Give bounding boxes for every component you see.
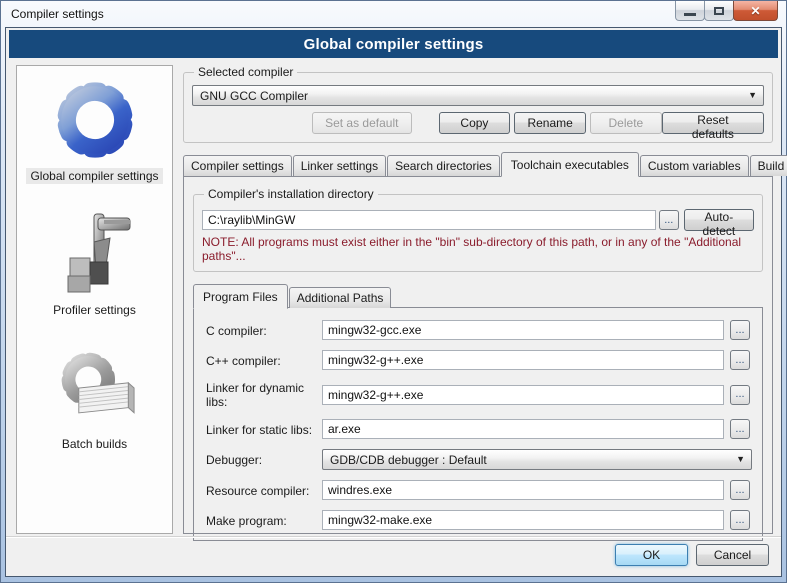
installation-directory-group: Compiler's installation directory ... Au… <box>193 187 763 272</box>
dynamic-linker-label: Linker for dynamic libs: <box>206 380 316 409</box>
dialog-header: Global compiler settings <box>9 30 778 58</box>
settings-category-list: Global compiler settings <box>16 65 173 534</box>
dialog-footer: OK Cancel <box>6 536 781 576</box>
tab-custom-variables[interactable]: Custom variables <box>640 155 749 176</box>
c-compiler-label: C compiler: <box>206 323 316 338</box>
installation-directory-input[interactable] <box>202 210 656 230</box>
reset-defaults-button[interactable]: Reset defaults <box>662 112 764 134</box>
dynamic-linker-browse-button[interactable]: ... <box>730 385 750 405</box>
compiler-buttons-row: Set as default Copy Rename Delete Reset … <box>192 112 764 134</box>
static-linker-label: Linker for static libs: <box>206 422 316 437</box>
maximize-icon <box>714 7 724 15</box>
tab-search-directories[interactable]: Search directories <box>387 155 500 176</box>
sidebar-item-batch-builds[interactable]: Batch builds <box>51 344 139 452</box>
page-title: Global compiler settings <box>304 36 484 53</box>
tab-toolchain-executables[interactable]: Toolchain executables <box>501 152 639 177</box>
resource-compiler-input[interactable] <box>322 480 724 500</box>
static-linker-input[interactable] <box>322 419 724 439</box>
c-compiler-browse-button[interactable]: ... <box>730 320 750 340</box>
minimize-icon <box>684 13 696 16</box>
resource-compiler-browse-button[interactable]: ... <box>730 480 750 500</box>
caption-buttons: ✕ <box>676 1 778 21</box>
sidebar-item-global-compiler-settings[interactable]: Global compiler settings <box>26 76 162 184</box>
compiler-select-value: GNU GCC Compiler <box>200 89 308 103</box>
programs-subtabs: Program Files Additional Paths <box>193 284 763 308</box>
cancel-button[interactable]: Cancel <box>696 544 769 566</box>
tab-compiler-settings[interactable]: Compiler settings <box>183 155 292 176</box>
make-program-browse-button[interactable]: ... <box>730 510 750 530</box>
installation-directory-legend: Compiler's installation directory <box>204 187 378 201</box>
selected-compiler-legend: Selected compiler <box>194 65 297 79</box>
chevron-down-icon: ▼ <box>748 90 757 100</box>
debugger-select-value: GDB/CDB debugger : Default <box>330 453 487 467</box>
c-compiler-input[interactable] <box>322 320 724 340</box>
tab-build-options[interactable]: Build options <box>750 155 787 176</box>
ok-button[interactable]: OK <box>615 544 688 566</box>
content-area: Global compiler settings <box>6 58 781 536</box>
maximize-button[interactable] <box>704 1 734 21</box>
sidebar-item-label: Batch builds <box>58 436 131 452</box>
make-program-input[interactable] <box>322 510 724 530</box>
sidebar-item-profiler-settings[interactable]: Profiler settings <box>49 210 140 318</box>
minimize-button[interactable] <box>675 1 705 21</box>
main-panel: Selected compiler GNU GCC Compiler ▼ Set… <box>183 65 773 534</box>
debugger-label: Debugger: <box>206 452 316 467</box>
toolchain-executables-page: Compiler's installation directory ... Au… <box>183 176 773 534</box>
sidebar-item-label: Global compiler settings <box>26 168 162 184</box>
compiler-select[interactable]: GNU GCC Compiler ▼ <box>192 85 764 106</box>
programs-notebook: Program Files Additional Paths C compile… <box>193 284 763 525</box>
close-button[interactable]: ✕ <box>733 1 778 21</box>
set-as-default-button[interactable]: Set as default <box>312 112 412 134</box>
title-bar: Compiler settings <box>1 1 786 27</box>
cpp-compiler-input[interactable] <box>322 350 724 370</box>
window-title: Compiler settings <box>11 7 104 21</box>
subtab-program-files[interactable]: Program Files <box>193 284 288 309</box>
cpp-compiler-label: C++ compiler: <box>206 353 316 368</box>
debugger-select[interactable]: GDB/CDB debugger : Default ▼ <box>322 449 752 470</box>
cpp-compiler-browse-button[interactable]: ... <box>730 350 750 370</box>
dynamic-linker-input[interactable] <box>322 385 724 405</box>
copy-button[interactable]: Copy <box>439 112 511 134</box>
caliper-icon <box>50 210 138 298</box>
blue-gear-icon <box>51 76 139 164</box>
gray-gear-stack-icon <box>51 344 139 432</box>
selected-compiler-group: Selected compiler GNU GCC Compiler ▼ Set… <box>183 65 773 143</box>
make-program-label: Make program: <box>206 513 316 528</box>
auto-detect-button[interactable]: Auto-detect <box>684 209 754 231</box>
sidebar-item-label: Profiler settings <box>49 302 140 318</box>
window-frame: Compiler settings ✕ Global compiler sett… <box>0 0 787 583</box>
delete-button[interactable]: Delete <box>590 112 662 134</box>
close-icon: ✕ <box>750 4 760 18</box>
install-note: NOTE: All programs must exist either in … <box>202 235 754 263</box>
chevron-down-icon: ▼ <box>736 454 745 464</box>
rename-button[interactable]: Rename <box>514 112 586 134</box>
compiler-tabs: Compiler settings Linker settings Search… <box>183 152 773 176</box>
subtab-additional-paths[interactable]: Additional Paths <box>289 287 392 308</box>
program-files-page: C compiler: ... C++ compiler: ... Linker… <box>193 307 763 541</box>
static-linker-browse-button[interactable]: ... <box>730 419 750 439</box>
installation-directory-browse-button[interactable]: ... <box>659 210 679 230</box>
dialog-client-area: Global compiler settings <box>5 27 782 577</box>
tab-linker-settings[interactable]: Linker settings <box>293 155 386 176</box>
resource-compiler-label: Resource compiler: <box>206 483 316 498</box>
